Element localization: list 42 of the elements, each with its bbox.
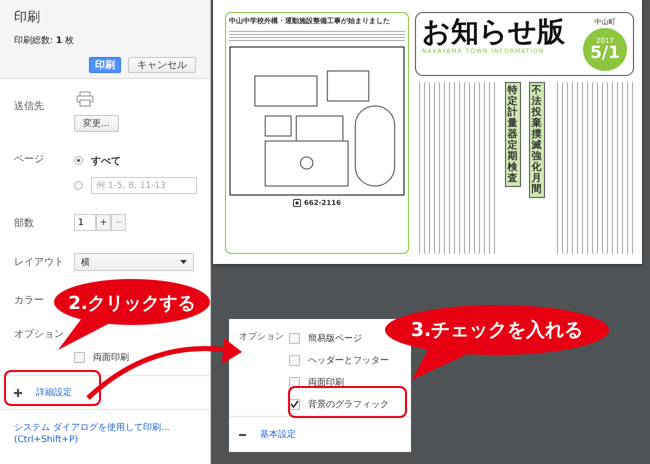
checkbox[interactable]: [74, 352, 85, 362]
increment-button[interactable]: +: [96, 214, 111, 231]
destination-label: 送信先: [14, 100, 45, 113]
checkbox[interactable]: [289, 332, 300, 344]
option-label: 簡易版ページ: [308, 332, 362, 344]
checkbox[interactable]: [289, 354, 300, 366]
copies-label: 部数: [14, 216, 35, 230]
masthead-title: お知らせ版: [422, 17, 565, 48]
checkbox[interactable]: [289, 376, 300, 388]
minus-icon: [239, 434, 246, 436]
option-label: ヘッダーとフッター: [308, 354, 389, 366]
radio-button[interactable]: [74, 156, 83, 165]
cancel-button[interactable]: キャンセル: [128, 57, 196, 73]
printer-icon: [76, 91, 94, 107]
pages-label: ページ: [14, 153, 45, 166]
dialog-title: 印刷: [14, 9, 41, 26]
radio-button[interactable]: [74, 181, 83, 190]
options-label: オプション: [14, 328, 65, 341]
sheet-count: 印刷総数: 1 枚: [14, 34, 76, 47]
callout-text: 2.クリックする: [67, 292, 197, 315]
change-button[interactable]: 変更...: [74, 115, 119, 132]
copies-field[interactable]: 1: [74, 214, 96, 231]
basic-settings-link[interactable]: 基本設定: [260, 428, 296, 441]
layout-dropdown[interactable]: 横: [74, 253, 194, 271]
checkbox[interactable]: [289, 398, 300, 410]
option-label: 両面印刷: [93, 352, 129, 364]
system-dialog-link[interactable]: システム ダイアログを使用して印刷...: [14, 421, 170, 434]
layout-label: レイアウト: [14, 256, 65, 269]
shortcut-link[interactable]: (Ctrl+Shift+P): [14, 435, 78, 445]
plus-icon: [14, 388, 22, 396]
color-label: カラー: [14, 294, 45, 307]
options-label: オプション: [239, 330, 285, 344]
caret-icon: [180, 260, 187, 264]
callout-text: 3.チェックを入れる: [410, 318, 584, 343]
advanced-settings-link[interactable]: 詳細設定: [36, 386, 72, 399]
vertical-headline: 特定計量器定期検査: [504, 82, 520, 187]
option-label: 両面印刷: [308, 376, 344, 388]
page-range-field[interactable]: 例 1-5, 8, 11-13: [91, 177, 197, 194]
all-pages-label: すべて: [91, 154, 121, 168]
print-button[interactable]: 印刷: [89, 57, 121, 73]
vertical-headline: 不法投棄撲滅強化月間: [528, 82, 544, 198]
option-label: 背景のグラフィック: [308, 398, 389, 410]
